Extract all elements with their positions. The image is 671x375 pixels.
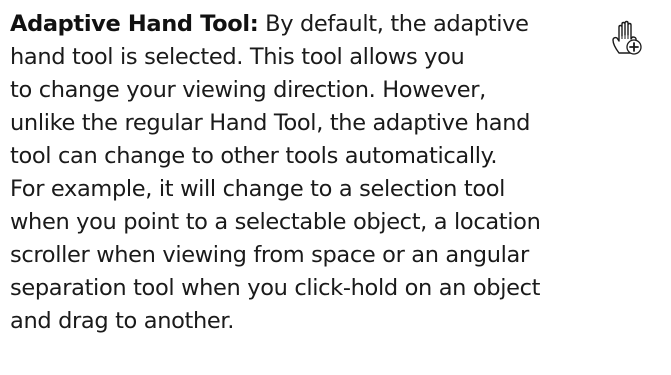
description-line-9: separation tool when you click-hold on a… (10, 275, 541, 301)
adaptive-hand-tool-icon (612, 20, 642, 55)
description-line-10: and drag to another. (10, 308, 235, 334)
description-line-8: scroller when viewing from space or an a… (10, 242, 529, 268)
description-line-6: For example, it will change to a selecti… (10, 176, 506, 202)
description-line-3: to change your viewing direction. Howeve… (10, 77, 486, 103)
tool-description: Adaptive Hand Tool: By default, the adap… (10, 8, 590, 338)
description-line-2: hand tool is selected. This tool allows … (10, 44, 465, 70)
description-line-1: Adaptive Hand Tool: By default, the adap… (10, 8, 590, 41)
tool-name: Adaptive Hand Tool: (10, 11, 259, 37)
description-line-1-text: By default, the adaptive (258, 11, 529, 37)
description-line-4: unlike the regular Hand Tool, the adapti… (10, 110, 531, 136)
description-line-5: tool can change to other tools automatic… (10, 143, 498, 169)
description-line-7: when you point to a selectable object, a… (10, 209, 541, 235)
